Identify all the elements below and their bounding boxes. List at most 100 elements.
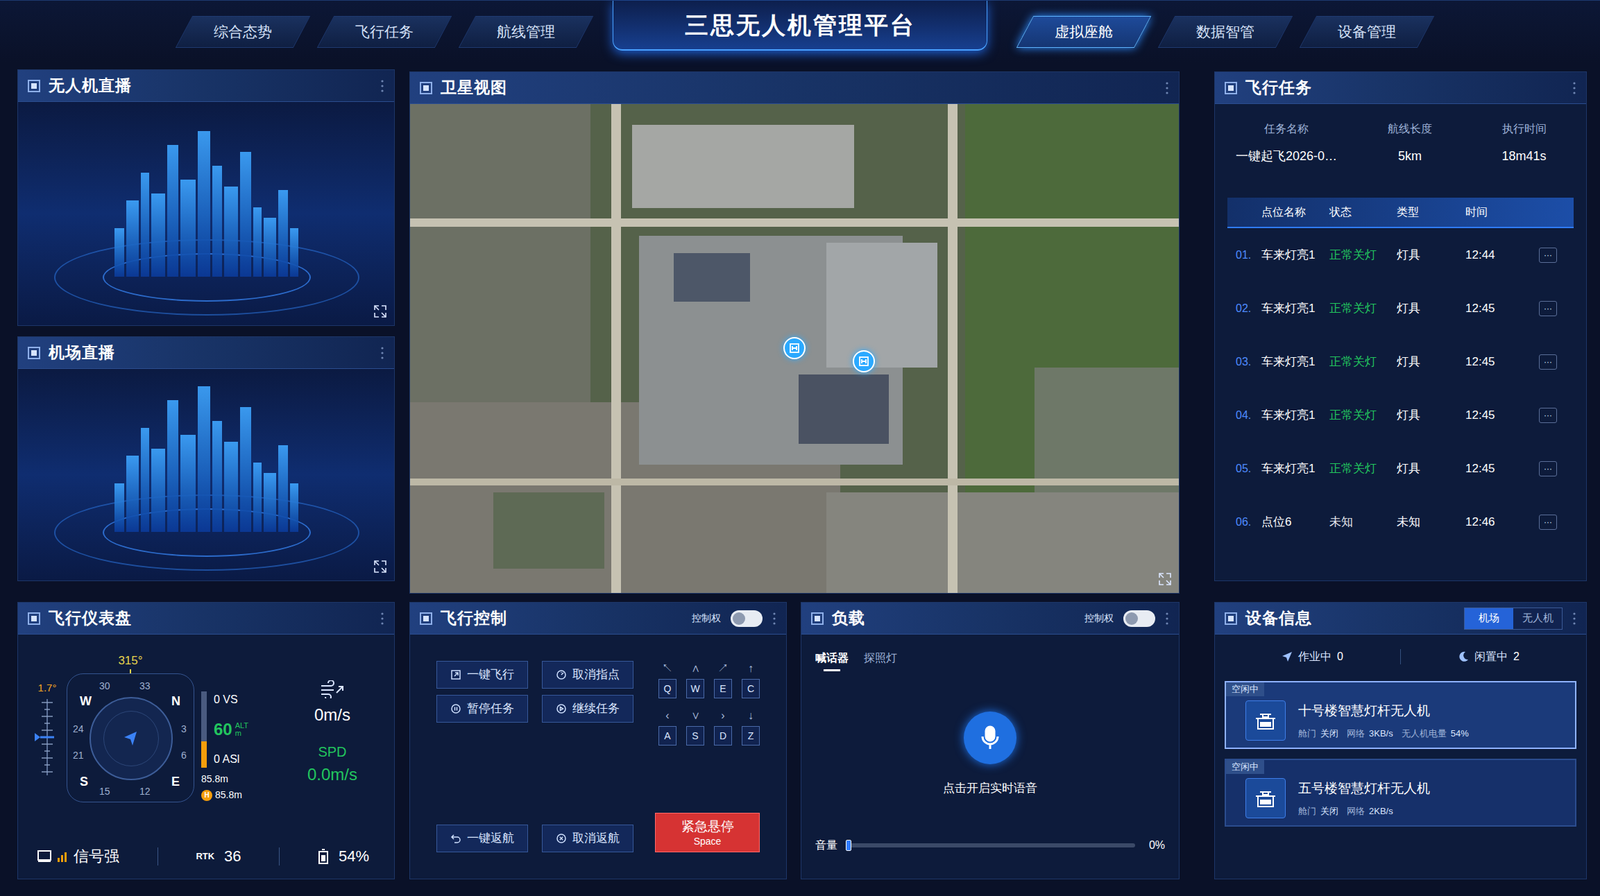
payload-tab[interactable]: 探照灯 bbox=[863, 650, 898, 672]
control-key[interactable]: D bbox=[713, 726, 733, 746]
volume-slider[interactable]: 音量0% bbox=[815, 837, 1165, 855]
signal-strength: 信号强 bbox=[73, 845, 120, 868]
table-row[interactable]: 05.车来灯亮1正常关灯灯具12:45··· bbox=[1227, 441, 1574, 496]
point-type: 灯具 bbox=[1396, 460, 1466, 479]
control-button[interactable]: 继续任务 bbox=[541, 695, 634, 723]
point-type: 未知 bbox=[1396, 513, 1466, 532]
device-tab[interactable]: 无人机 bbox=[1513, 608, 1562, 630]
drag-handle-icon[interactable] bbox=[1164, 611, 1170, 626]
more-button[interactable]: ··· bbox=[1538, 301, 1557, 317]
center-column: 卫星视图飞行控制控制权一键飞行取消指点暂停任务继续任务↖∧↗↑QWEC‹∨›↓A… bbox=[409, 69, 1180, 880]
table-row[interactable]: 02.车来灯亮1正常关灯灯具12:45··· bbox=[1227, 281, 1574, 336]
device-name: 十号楼智慧灯杆无人机 bbox=[1298, 701, 1469, 722]
control-key[interactable]: Z bbox=[741, 726, 760, 746]
drag-handle-icon[interactable] bbox=[1572, 611, 1577, 626]
device-tab[interactable]: 机场 bbox=[1464, 608, 1514, 630]
nav-tab[interactable]: 飞行任务 bbox=[317, 15, 452, 48]
nav-tab[interactable]: 设备管理 bbox=[1299, 15, 1435, 48]
panel-header: 卫星视图 bbox=[410, 72, 1179, 105]
control-key-label: D bbox=[719, 729, 727, 744]
drag-handle-icon[interactable] bbox=[380, 346, 385, 361]
wind-icon bbox=[319, 680, 345, 699]
table-row[interactable]: 01.车来灯亮1正常关灯灯具12:44··· bbox=[1227, 228, 1574, 282]
drag-handle-icon[interactable] bbox=[772, 611, 777, 626]
panel-title: 负载 bbox=[831, 606, 866, 631]
more-button[interactable]: ··· bbox=[1538, 407, 1557, 424]
field-label: 无人机电量 bbox=[1401, 727, 1447, 742]
control-key[interactable]: S bbox=[686, 726, 705, 746]
compass-label: S bbox=[79, 775, 89, 789]
control-toggle[interactable] bbox=[730, 610, 763, 628]
table-row[interactable]: 03.车来灯亮1正常关灯灯具12:45··· bbox=[1227, 335, 1574, 389]
emergency-hover-button[interactable]: 紧急悬停Space bbox=[654, 813, 760, 853]
payload-tab[interactable]: 喊话器 bbox=[815, 650, 849, 672]
expand-icon[interactable] bbox=[1158, 572, 1172, 587]
map-pin[interactable] bbox=[783, 337, 806, 360]
control-key-label: Q bbox=[664, 682, 672, 697]
control-key[interactable]: Q bbox=[658, 679, 677, 699]
nav-tab[interactable]: 数据智管 bbox=[1158, 15, 1293, 48]
control-button[interactable]: 取消指点 bbox=[541, 661, 634, 689]
device-card[interactable]: 空闲中五号楼智慧灯杆无人机舱门关闭网络2KB/s bbox=[1224, 759, 1577, 828]
nav-tab[interactable]: 航线管理 bbox=[458, 15, 594, 48]
table-row[interactable]: 04.车来灯亮1正常关灯灯具12:45··· bbox=[1227, 388, 1574, 442]
more-button[interactable]: ··· bbox=[1538, 461, 1557, 477]
device-card[interactable]: 空闲中十号楼智慧灯杆无人机舱门关闭网络3KB/s无人机电量54% bbox=[1224, 681, 1577, 750]
control-button[interactable]: 一键飞行 bbox=[436, 661, 529, 689]
device-info-panel-body: 作业中0闲置中2空闲中十号楼智慧灯杆无人机舱门关闭网络3KB/s无人机电量54%… bbox=[1214, 634, 1587, 880]
more-button[interactable]: ··· bbox=[1538, 247, 1557, 263]
more-button[interactable]: ··· bbox=[1538, 514, 1557, 531]
idle-moon-icon bbox=[1457, 651, 1469, 663]
drone-live-panel-body bbox=[18, 101, 395, 326]
nav-tab-label: 设备管理 bbox=[1337, 23, 1397, 40]
device-tabs: 机场无人机 bbox=[1464, 607, 1563, 631]
control-toggle[interactable] bbox=[1123, 610, 1156, 628]
drag-handle-icon[interactable] bbox=[380, 79, 385, 93]
control-key-label: S bbox=[691, 729, 699, 744]
more-button[interactable]: ··· bbox=[1538, 354, 1557, 370]
nav-tab[interactable]: 综合态势 bbox=[175, 15, 311, 48]
point-time: 12:45 bbox=[1465, 353, 1539, 372]
nav-tab-label: 数据智管 bbox=[1196, 23, 1255, 40]
control-key[interactable]: W bbox=[686, 679, 705, 699]
ground-speed: 0.0m/s bbox=[307, 762, 358, 788]
control-button[interactable]: 取消返航 bbox=[541, 824, 634, 853]
payload-panel-body: 喊话器探照灯点击开启实时语音音量0% bbox=[801, 634, 1179, 880]
heading-reading: 315° bbox=[117, 652, 143, 670]
direction-arrow: ↑ bbox=[747, 661, 754, 677]
nav-tab[interactable]: 虚拟座舱 bbox=[1016, 15, 1152, 48]
vertical-speed: 0 VS bbox=[213, 691, 249, 709]
drag-handle-icon[interactable] bbox=[380, 611, 385, 626]
control-key[interactable]: C bbox=[741, 679, 760, 699]
row-index: 06. bbox=[1235, 514, 1262, 531]
control-button[interactable]: 暂停任务 bbox=[436, 695, 529, 723]
expand-icon[interactable] bbox=[373, 559, 388, 574]
panel-title-icon bbox=[811, 612, 824, 626]
direction-arrow: ↖ bbox=[661, 661, 674, 677]
control-button[interactable]: 一键返航 bbox=[436, 824, 529, 853]
drag-handle-icon[interactable] bbox=[1572, 81, 1577, 96]
control-key-label: W bbox=[690, 682, 700, 697]
nav-tab-label: 飞行任务 bbox=[355, 23, 414, 40]
compass-label: 24 bbox=[72, 724, 84, 735]
panel-title: 无人机直播 bbox=[48, 73, 132, 98]
control-key[interactable]: A bbox=[658, 726, 677, 746]
table-row[interactable]: 06.点位6未知未知12:46··· bbox=[1227, 495, 1574, 549]
expand-icon[interactable] bbox=[373, 304, 388, 319]
control-label: 控制权 bbox=[691, 611, 721, 626]
rtk-label: RTK bbox=[195, 849, 215, 864]
direction-arrow: ∨ bbox=[691, 708, 701, 724]
field-label: 网络 bbox=[1346, 804, 1365, 819]
asl-reading: 0 ASl bbox=[213, 751, 249, 769]
volume-knob[interactable] bbox=[845, 840, 852, 852]
map-pin[interactable] bbox=[852, 350, 875, 373]
control-key[interactable]: E bbox=[713, 679, 733, 699]
drag-handle-icon[interactable] bbox=[1164, 81, 1170, 96]
point-name: 车来灯亮1 bbox=[1261, 246, 1330, 265]
voice-button[interactable] bbox=[963, 711, 1017, 765]
point-time: 12:45 bbox=[1465, 406, 1539, 425]
speed-readings: 0m/sSPD0.0m/s bbox=[284, 680, 381, 788]
device-status-badge: 空闲中 bbox=[1231, 682, 1259, 697]
satellite-map[interactable] bbox=[410, 104, 1179, 594]
idle-label: 闲置中 bbox=[1474, 648, 1508, 666]
